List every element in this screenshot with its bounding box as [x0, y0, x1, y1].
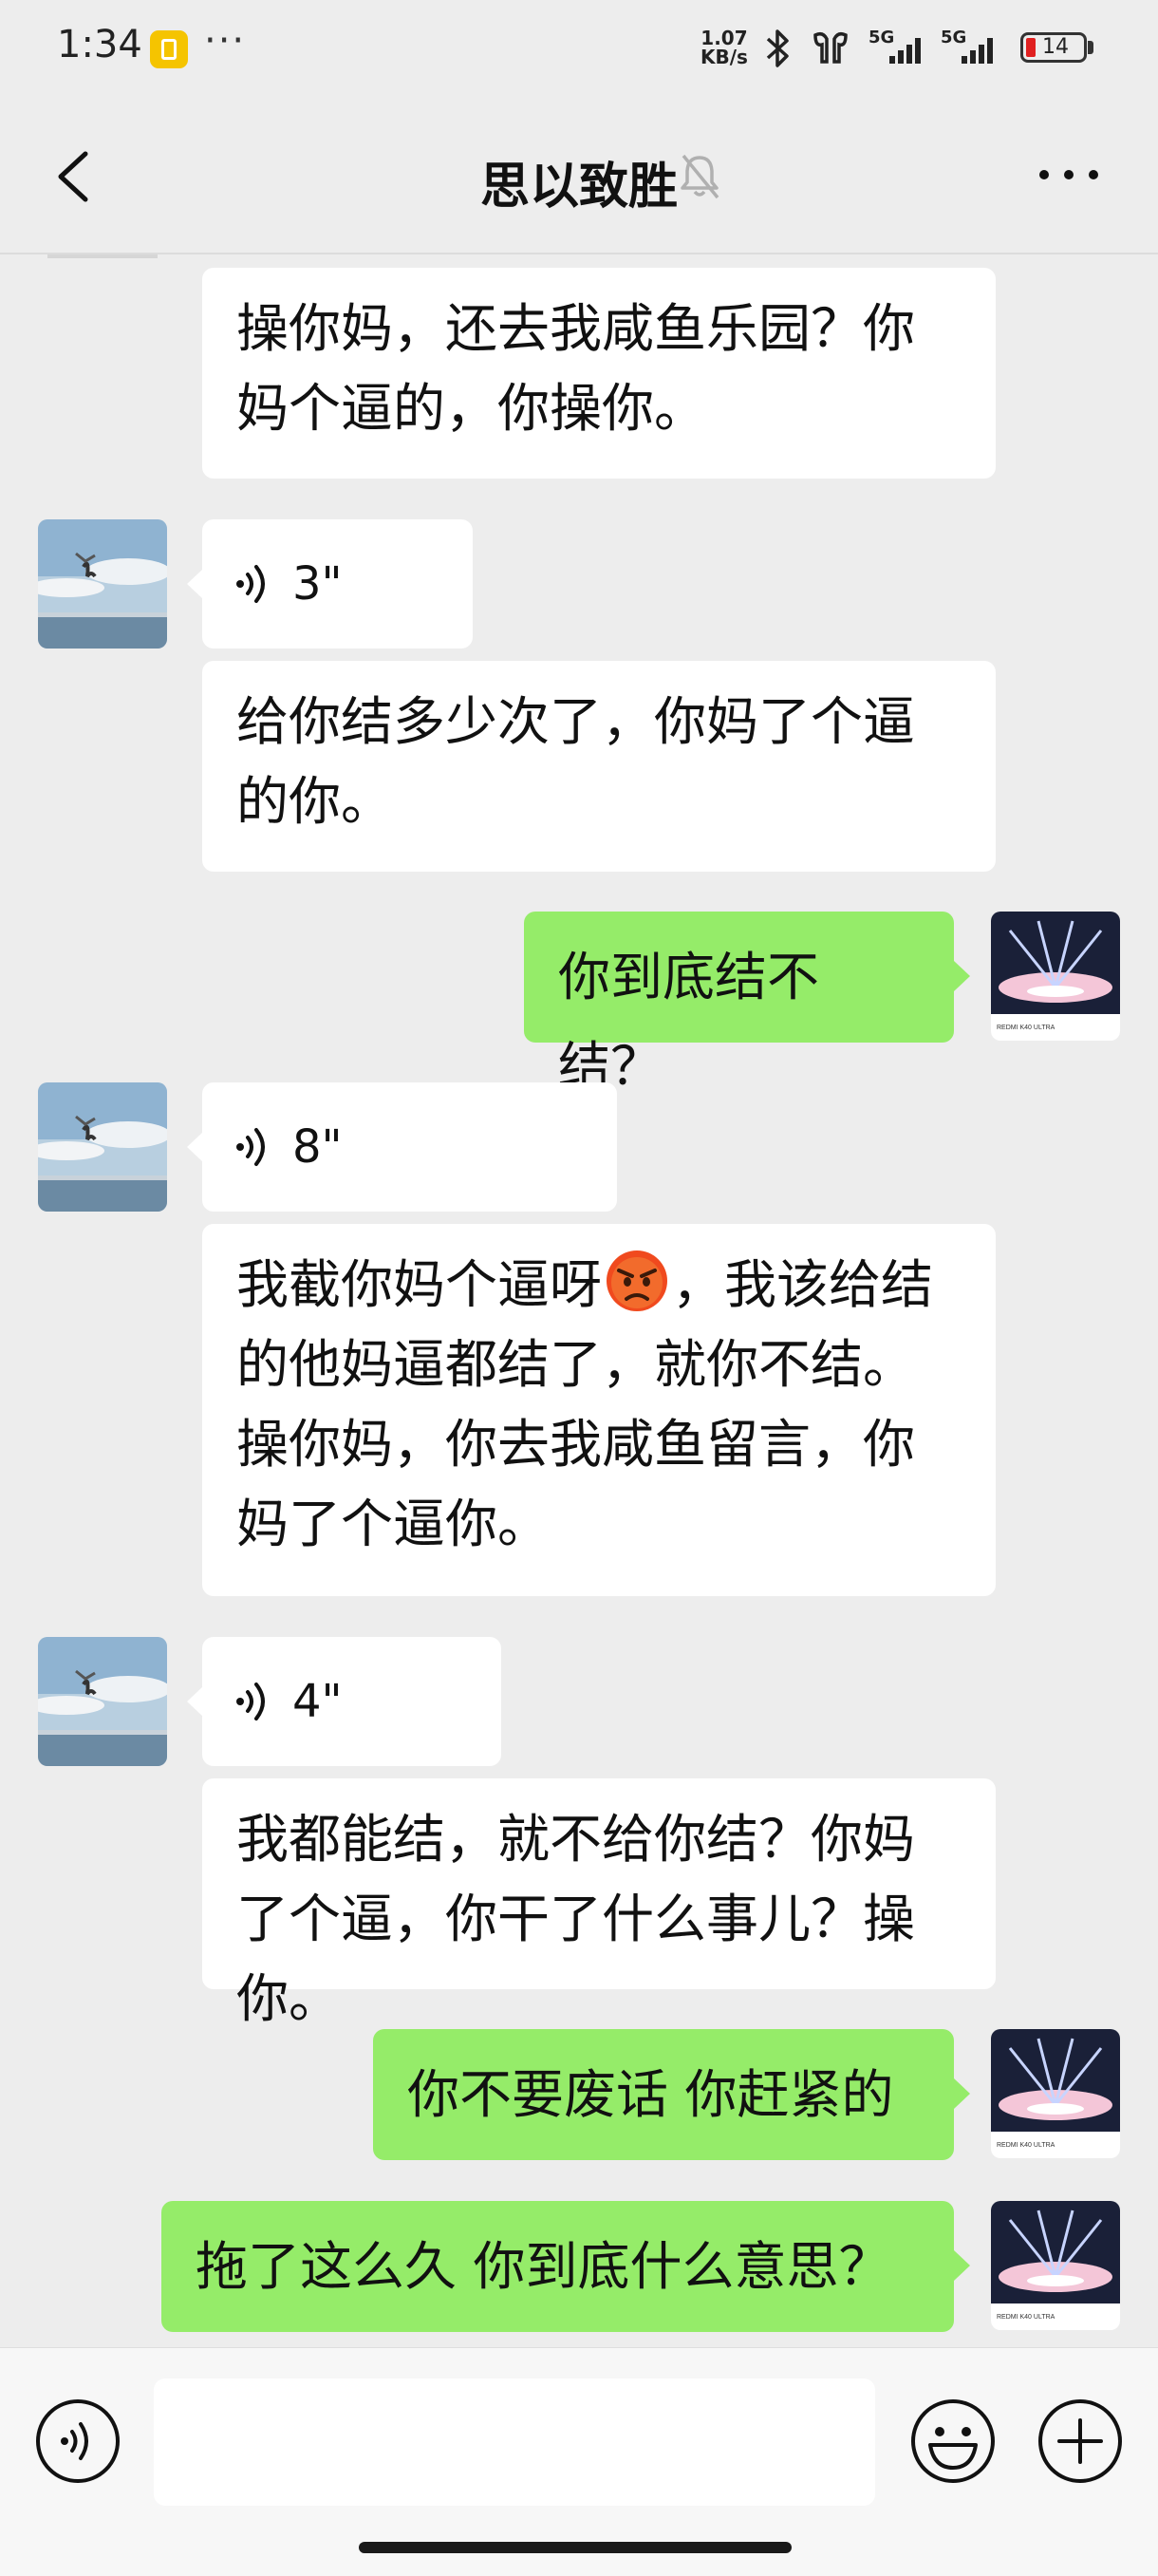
avatar-contact[interactable] [38, 1637, 167, 1766]
battery-fill [1026, 38, 1036, 57]
wallpaper-avatar: REDMI K40 ULTRA [991, 2029, 1120, 2158]
more-notifications-dots: ··· [204, 19, 247, 63]
voice-wave-icon [236, 1683, 265, 1720]
bubble-tail [954, 2250, 970, 2281]
avatar-me[interactable]: REDMI K40 ULTRA [991, 2029, 1120, 2158]
battery-tip [1088, 41, 1093, 54]
mute-bell-icon [681, 154, 719, 199]
status-time: 1:34 [57, 23, 142, 66]
message-bubble-incoming[interactable]: 操你妈，还去我咸鱼乐园？你妈个逼的，你操你。 [202, 268, 996, 479]
message-list[interactable]: 操你妈，还去我咸鱼乐园？你妈个逼的，你操你。 3" 给你结多少次了，你妈了个逼的… [0, 254, 1158, 2347]
bluetooth-icon [766, 29, 789, 67]
bubble-tail [954, 2078, 970, 2109]
status-icons: 5G 5G [764, 25, 996, 72]
voice-wave-icon [236, 565, 265, 603]
avatar-me[interactable]: REDMI K40 ULTRA [991, 2201, 1120, 2330]
bubble-tail [187, 1686, 203, 1717]
message-bubble-incoming[interactable]: 我都能结，就不给你结？你妈了个逼，你干了什么事儿？操你。 [202, 1778, 996, 2029]
notification-app-icon [150, 30, 188, 68]
message-bubble-outgoing[interactable]: 你不要废话 你赶紧的 [373, 2029, 954, 2160]
bubble-tail [187, 1132, 203, 1162]
emoji-icon[interactable] [909, 2397, 997, 2485]
avatar-caption: REDMI K40 ULTRA [997, 2314, 1055, 2321]
signal-strength-2: 5G [941, 28, 996, 67]
network-speed-value: 1.07 [700, 27, 748, 49]
signal-1-label: 5G [868, 28, 895, 47]
signal-2-label: 5G [941, 28, 967, 47]
chat-header: 思以致胜 [0, 99, 1158, 254]
voice-duration: 3" [292, 557, 343, 611]
bubble-tail [187, 569, 203, 599]
avatar-contact[interactable] [38, 1082, 167, 1212]
home-indicator[interactable] [359, 2542, 792, 2553]
signal-strength-1: 5G [868, 28, 924, 67]
network-speed: 1.07 KB/s [700, 28, 748, 66]
avatar-caption: REDMI K40 ULTRA [997, 2142, 1055, 2149]
message-text: 我截你妈个逼呀 [236, 1254, 603, 1315]
battery-icon: 14 [1020, 32, 1087, 63]
earbuds-icon [813, 31, 848, 64]
voice-message[interactable]: 3" [202, 519, 473, 649]
avatar-contact[interactable] [38, 519, 167, 649]
message-input[interactable] [154, 2379, 875, 2506]
voice-input-toggle-icon[interactable] [34, 2397, 121, 2485]
seagull-photo-avatar [38, 1637, 167, 1766]
voice-duration: 4" [292, 1675, 343, 1728]
voice-wave-icon [236, 1128, 265, 1166]
bubble-tail [954, 961, 970, 991]
network-speed-unit: KB/s [700, 46, 748, 68]
plus-icon[interactable] [1037, 2397, 1124, 2485]
message-bubble-outgoing[interactable]: 拖了这么久 你到底什么意思？ [161, 2201, 954, 2332]
voice-duration: 8" [292, 1120, 343, 1174]
previous-message-edge [47, 254, 158, 258]
more-options-icon[interactable] [1031, 156, 1107, 194]
message-bubble-incoming[interactable]: 我截你妈个逼呀 ，我该给结的他妈逼都结了，就你不结。操你妈，你去我咸鱼留言，你妈… [202, 1224, 996, 1596]
seagull-photo-avatar [38, 1082, 167, 1212]
pouting-face-emoji-icon [607, 1250, 668, 1311]
wallpaper-avatar: REDMI K40 ULTRA [991, 912, 1120, 1041]
chat-title: 思以致胜 [479, 159, 678, 216]
message-bubble-incoming[interactable]: 给你结多少次了，你妈了个逼的你。 [202, 661, 996, 872]
wallpaper-avatar: REDMI K40 ULTRA [991, 2201, 1120, 2330]
battery-level: 14 [1042, 35, 1069, 59]
voice-message[interactable]: 4" [202, 1637, 501, 1766]
avatar-me[interactable]: REDMI K40 ULTRA [991, 912, 1120, 1041]
seagull-photo-avatar [38, 519, 167, 649]
status-bar: 1:34 ··· 1.07 KB/s 5G 5G 14 [0, 0, 1158, 99]
message-bubble-outgoing[interactable]: 你到底结不结？ [524, 912, 954, 1097]
voice-message[interactable]: 8" [202, 1082, 617, 1212]
avatar-caption: REDMI K40 ULTRA [997, 1025, 1055, 1031]
